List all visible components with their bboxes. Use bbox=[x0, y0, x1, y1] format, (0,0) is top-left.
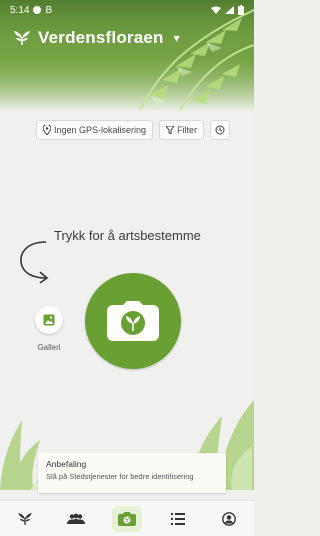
curved-arrow-icon bbox=[20, 241, 49, 284]
gallery-label: Galleri bbox=[37, 343, 61, 352]
nav-plants[interactable] bbox=[10, 506, 40, 532]
identify-hint-text: Trykk for å artsbestemme bbox=[54, 228, 201, 243]
battery-icon bbox=[238, 5, 244, 15]
recommendation-card[interactable]: Anbefaling Slå på Stedstjenester for bed… bbox=[38, 453, 226, 493]
recommendation-text: Slå på Stedstjenester for bedre identifi… bbox=[46, 472, 194, 481]
nav-community[interactable] bbox=[61, 506, 91, 532]
filter-icon bbox=[166, 126, 175, 134]
recommendation-title: Anbefaling bbox=[46, 459, 87, 469]
filter-chip[interactable]: Filter bbox=[159, 120, 205, 140]
camera-icon bbox=[117, 512, 136, 526]
identify-camera-button[interactable] bbox=[85, 273, 181, 369]
nav-list[interactable] bbox=[163, 506, 193, 532]
bottom-navigation bbox=[0, 500, 254, 536]
list-icon bbox=[170, 513, 185, 525]
chevron-down-icon: ▾ bbox=[173, 31, 180, 45]
camera-leaf-icon bbox=[107, 301, 159, 341]
history-chip[interactable] bbox=[210, 120, 231, 140]
nav-profile[interactable] bbox=[214, 506, 244, 532]
notification-dot-icon bbox=[33, 6, 42, 14]
status-bar: 5:14 B bbox=[0, 0, 254, 20]
filter-chip-row: Ingen GPS-lokalisering Filter bbox=[36, 120, 231, 140]
leaf-icon bbox=[18, 513, 33, 525]
signal-icon bbox=[225, 6, 234, 14]
leaf-logo-icon bbox=[14, 31, 30, 45]
wifi-icon bbox=[211, 6, 221, 14]
status-time: 5:14 bbox=[10, 4, 30, 16]
gallery-button[interactable] bbox=[35, 306, 63, 334]
profile-icon bbox=[221, 512, 236, 526]
image-icon bbox=[43, 314, 55, 326]
location-pin-icon bbox=[43, 125, 51, 135]
people-icon bbox=[67, 513, 86, 524]
app-title: Verdensfloraen bbox=[38, 28, 164, 47]
filter-chip-label: Filter bbox=[177, 125, 198, 135]
gps-chip-label: Ingen GPS-lokalisering bbox=[54, 125, 147, 135]
status-b-icon: B bbox=[45, 4, 53, 16]
clock-icon bbox=[215, 125, 225, 135]
app-switcher[interactable]: Verdensfloraen ▾ bbox=[14, 28, 180, 48]
nav-camera[interactable] bbox=[111, 506, 142, 532]
gps-chip[interactable]: Ingen GPS-lokalisering bbox=[36, 120, 154, 140]
app-screen: 5:14 B Verdensfloraen ▾ Ingen GPS-lokali… bbox=[0, 0, 254, 536]
